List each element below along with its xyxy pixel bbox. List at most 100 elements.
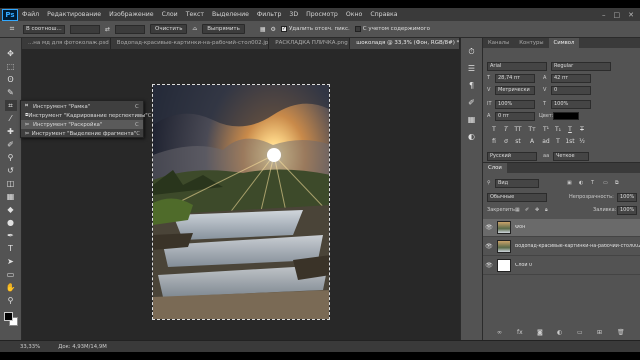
flyout-menu-item[interactable]: ✂ Инструмент "Раскройка" C (21, 120, 143, 129)
visibility-eye-icon[interactable]: 👁︎ (483, 262, 495, 269)
font-size-field[interactable]: 28,74 пт (495, 74, 535, 83)
language-select[interactable]: Русский (487, 152, 537, 161)
menu-item[interactable]: Файл (18, 11, 43, 18)
visibility-eye-icon[interactable]: 👁︎ (483, 243, 495, 250)
brush-panel-icon[interactable]: ✐ (466, 97, 478, 108)
pen-tool-icon[interactable]: ✒ (5, 230, 17, 241)
crop-tool-icon[interactable]: ⌗ (4, 100, 17, 111)
hand-tool-icon[interactable]: ✋ (5, 282, 17, 293)
panel-tab[interactable]: Контуры (514, 38, 548, 48)
lock-position-icon[interactable]: ✥ (535, 207, 539, 213)
adjustment-layer-icon[interactable]: ◐ (557, 329, 562, 336)
filter-shape-icon[interactable]: ▭ (603, 180, 608, 186)
strikethrough-button[interactable]: T (577, 126, 587, 135)
crop-tool-preset-icon[interactable]: ⌗ (6, 24, 18, 35)
adjustments-panel-icon[interactable]: ◐ (466, 131, 478, 142)
crop-width-field[interactable] (70, 24, 100, 34)
discretionary-icon[interactable]: ơ (501, 138, 511, 147)
menu-item[interactable]: Выделение (208, 11, 253, 18)
ordinals-icon[interactable]: 1st (565, 138, 575, 147)
layer-row[interactable]: 👁︎ Слой 0 (483, 257, 640, 275)
delete-layer-icon[interactable]: 🗑︎ (617, 329, 625, 336)
healing-tool-icon[interactable]: ✚ (5, 126, 17, 137)
menu-item[interactable]: Окно (342, 11, 366, 18)
straighten-button[interactable]: Выпрямить (202, 24, 245, 34)
baseline-field[interactable]: 0 пт (495, 112, 535, 121)
tracking-field[interactable]: 0 (551, 86, 591, 95)
new-group-icon[interactable]: ▭ (577, 329, 583, 336)
lock-all-icon[interactable]: 🔒︎ (545, 207, 548, 213)
crop-settings-icon[interactable]: ⚙ (271, 26, 276, 33)
document-tab[interactable]: Водопад-красивые-картинки-на-рабочий-сто… (110, 38, 270, 49)
layers-tab[interactable]: Слои (483, 163, 507, 173)
layer-kind-filter[interactable]: Вид (495, 179, 539, 188)
filter-adjustment-icon[interactable]: ◐ (579, 180, 583, 186)
menu-item[interactable]: Изображение (105, 11, 158, 18)
font-style-select[interactable]: Regular (551, 62, 611, 71)
menu-item[interactable]: 3D (285, 11, 302, 18)
delete-cropped-pixels-checkbox[interactable]: ✓ Удалить отсеч. пикс. (280, 26, 350, 32)
menu-item[interactable]: Справка (366, 11, 401, 18)
superscript-button[interactable]: T¹ (541, 126, 551, 135)
link-layers-icon[interactable]: ∞ (497, 329, 502, 336)
swash-icon[interactable]: A (527, 138, 537, 147)
flyout-menu-item[interactable]: ⧈ Инструмент "Кадрирование перспективы" C (21, 111, 151, 120)
lock-transparent-icon[interactable]: ▦ (515, 207, 520, 213)
flyout-menu-item[interactable]: ✂ Инструмент "Выделение фрагмента" C (21, 129, 143, 138)
document-tab[interactable]: ...на мд для фотоколаж.psd (22, 38, 111, 49)
layer-mask-icon[interactable]: ◙ (537, 329, 543, 336)
menu-item[interactable]: Текст (182, 11, 208, 18)
quick-select-tool-icon[interactable]: ✎ (5, 87, 17, 98)
document-tab[interactable]: РАСКЛАДКА ПЛИЧКА.png (269, 38, 351, 49)
menu-item[interactable]: Слои (158, 11, 182, 18)
move-tool-icon[interactable]: ✥ (5, 48, 17, 59)
flyout-menu-item[interactable]: ⌗ Инструмент "Рамка" C (21, 102, 143, 111)
kerning-field[interactable]: Метрически (495, 86, 535, 95)
document-tab[interactable]: шоколадя @ 33,3% (Фон, RGB/8#) * (350, 38, 460, 49)
shape-tool-icon[interactable]: ▭ (5, 269, 17, 280)
lock-image-icon[interactable]: ✐ (525, 207, 529, 213)
fractions-icon[interactable]: ½ (577, 138, 587, 147)
type-tool-icon[interactable]: T (5, 243, 17, 254)
opacity-field[interactable]: 100% (617, 193, 637, 202)
swatches-panel-icon[interactable]: ▦ (466, 114, 478, 125)
alternates-icon[interactable]: ad (541, 138, 551, 147)
small-caps-button[interactable]: Tт (527, 126, 537, 135)
history-panel-icon[interactable]: ⏱ (466, 46, 478, 57)
swap-icon[interactable]: ⇄ (105, 26, 110, 33)
new-layer-icon[interactable]: ⊞ (597, 329, 602, 336)
menu-item[interactable]: Редактирование (43, 11, 105, 18)
panel-tab[interactable]: Символ (548, 38, 580, 48)
all-caps-button[interactable]: TT (513, 126, 523, 135)
history-brush-icon[interactable]: ↺ (5, 165, 17, 176)
crop-ratio-select[interactable]: В соотнош... (23, 24, 65, 34)
clear-button[interactable]: Очистить (150, 24, 188, 34)
path-select-tool-icon[interactable]: ➤ (5, 256, 17, 267)
minimize-button[interactable]: – (602, 11, 606, 19)
font-family-select[interactable]: Arial (487, 62, 547, 71)
faux-italic-button[interactable]: T (501, 126, 511, 135)
subscript-button[interactable]: T₁ (553, 126, 563, 135)
zoom-level[interactable]: 33,33% (20, 344, 40, 350)
vertical-scale-field[interactable]: 100% (495, 100, 535, 109)
blend-mode-select[interactable]: Обычные (487, 193, 547, 202)
gradient-tool-icon[interactable]: ▦ (5, 191, 17, 202)
underline-button[interactable]: T (565, 126, 575, 135)
maximize-button[interactable]: □ (614, 11, 621, 19)
properties-panel-icon[interactable]: ☰ (466, 63, 478, 74)
foreground-color-swatch[interactable] (3, 312, 13, 321)
fill-field[interactable]: 100% (617, 206, 637, 215)
text-color-swatch[interactable] (553, 112, 579, 120)
panel-tab[interactable]: Каналы (483, 38, 514, 48)
titling-icon[interactable]: T (553, 138, 563, 147)
crop-height-field[interactable] (115, 24, 146, 34)
stylistic-icon[interactable]: st (513, 138, 523, 147)
ligature-icon[interactable]: fi (489, 138, 499, 147)
content-aware-checkbox[interactable]: С учетом содержимого (354, 26, 430, 32)
faux-bold-button[interactable]: T (489, 126, 499, 135)
horizontal-scale-field[interactable]: 100% (551, 100, 591, 109)
document-image[interactable] (152, 84, 330, 320)
filter-smart-icon[interactable]: ⧉ (615, 180, 619, 186)
visibility-eye-icon[interactable]: 👁︎ (483, 224, 495, 231)
eyedropper-tool-icon[interactable]: ⁄ (5, 113, 17, 124)
